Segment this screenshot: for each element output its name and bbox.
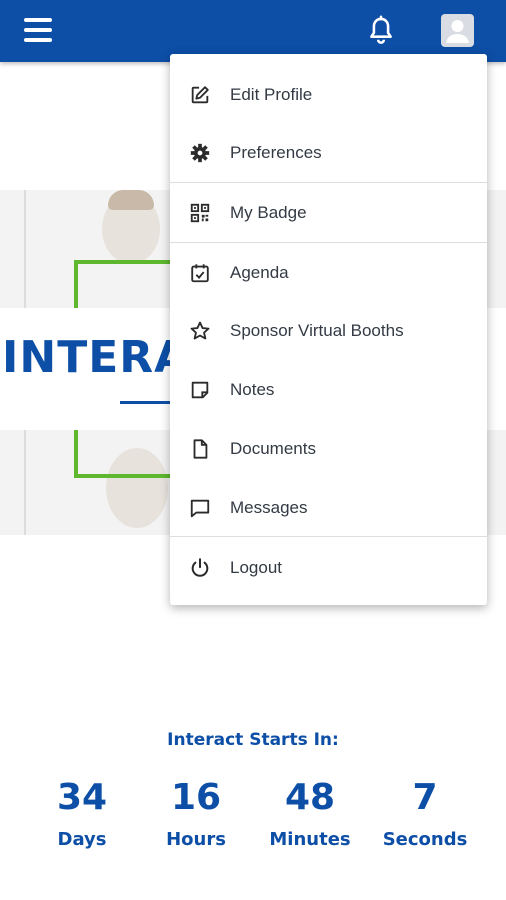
- countdown-hours: 16 Hours: [146, 775, 246, 850]
- menu-item-label: My Badge: [230, 203, 307, 222]
- countdown-value: 48: [284, 777, 336, 818]
- hamburger-menu-icon[interactable]: [24, 18, 52, 42]
- countdown-minutes: 48 Minutes: [260, 775, 360, 850]
- countdown-days: 34 Days: [32, 775, 132, 850]
- menu-item-my-badge[interactable]: My Badge: [170, 183, 487, 241]
- user-avatar-icon[interactable]: [441, 14, 474, 47]
- menu-item-notes[interactable]: Notes: [170, 360, 487, 418]
- menu-item-sponsor-virtual-booths[interactable]: Sponsor Virtual Booths: [170, 301, 487, 359]
- bell-icon[interactable]: [364, 14, 398, 48]
- star-icon: [189, 320, 211, 342]
- power-icon: [189, 557, 211, 579]
- edit-icon: [189, 84, 211, 106]
- menu-item-label: Edit Profile: [230, 85, 313, 104]
- countdown-label: Days: [57, 829, 107, 850]
- countdown-label: Minutes: [269, 829, 351, 850]
- chat-bubble-icon: [189, 497, 211, 519]
- menu-divider: [170, 536, 487, 537]
- menu-item-agenda[interactable]: Agenda: [170, 243, 487, 301]
- menu-item-logout[interactable]: Logout: [170, 538, 487, 596]
- countdown-seconds: 7 Seconds: [375, 775, 475, 850]
- document-icon: [189, 438, 211, 460]
- menu-item-label: Preferences: [230, 143, 322, 162]
- menu-item-edit-profile[interactable]: Edit Profile: [170, 65, 487, 123]
- note-icon: [189, 379, 211, 401]
- app-header: [0, 0, 506, 62]
- countdown-label: Seconds: [382, 829, 468, 850]
- menu-item-label: Agenda: [230, 263, 289, 282]
- menu-item-preferences[interactable]: Preferences: [170, 123, 487, 181]
- profile-dropdown-menu: Edit Profile Preferences My Badge Agenda…: [170, 54, 487, 605]
- countdown-title: Interact Starts In:: [167, 730, 339, 750]
- calendar-check-icon: [189, 262, 211, 284]
- countdown-value: 16: [170, 777, 222, 818]
- hero-title-underline: [120, 401, 176, 404]
- qr-code-icon: [189, 202, 211, 224]
- menu-item-label: Logout: [230, 558, 282, 577]
- menu-item-label: Sponsor Virtual Booths: [230, 321, 404, 340]
- menu-item-messages[interactable]: Messages: [170, 478, 487, 536]
- gear-icon: [189, 142, 211, 164]
- menu-item-label: Notes: [230, 380, 275, 399]
- menu-item-documents[interactable]: Documents: [170, 419, 487, 477]
- countdown-value: 7: [412, 777, 438, 818]
- menu-item-label: Documents: [230, 439, 316, 458]
- countdown-label: Hours: [166, 829, 226, 850]
- menu-item-label: Messages: [230, 498, 308, 517]
- countdown-value: 34: [56, 777, 108, 818]
